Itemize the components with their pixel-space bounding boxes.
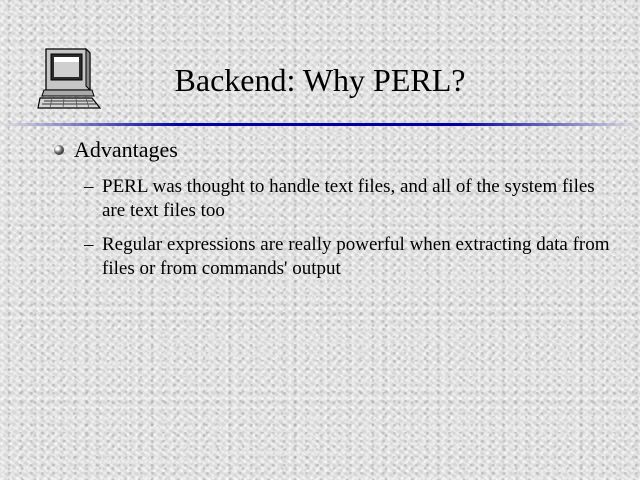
sub-bullet-item: – Regular expressions are really powerfu… bbox=[52, 233, 612, 281]
dash-icon: – bbox=[84, 176, 94, 197]
computer-icon bbox=[37, 47, 102, 109]
slide-content: Advantages – PERL was thought to handle … bbox=[52, 136, 612, 291]
bullet-text: Advantages bbox=[74, 137, 178, 162]
sub-bullet-list: – PERL was thought to handle text files,… bbox=[52, 175, 612, 281]
bullet-dot-icon bbox=[54, 145, 64, 155]
slide: Backend: Why PERL? Advantages – PERL was… bbox=[0, 0, 640, 480]
sub-bullet-text: Regular expressions are really powerful … bbox=[102, 234, 610, 279]
dash-icon: – bbox=[84, 234, 94, 255]
sub-bullet-text: PERL was thought to handle text files, a… bbox=[102, 176, 595, 221]
slide-title: Backend: Why PERL? bbox=[174, 62, 466, 98]
sub-bullet-item: – PERL was thought to handle text files,… bbox=[52, 175, 612, 223]
title-divider bbox=[0, 123, 640, 126]
bullet-item: Advantages bbox=[52, 136, 612, 164]
